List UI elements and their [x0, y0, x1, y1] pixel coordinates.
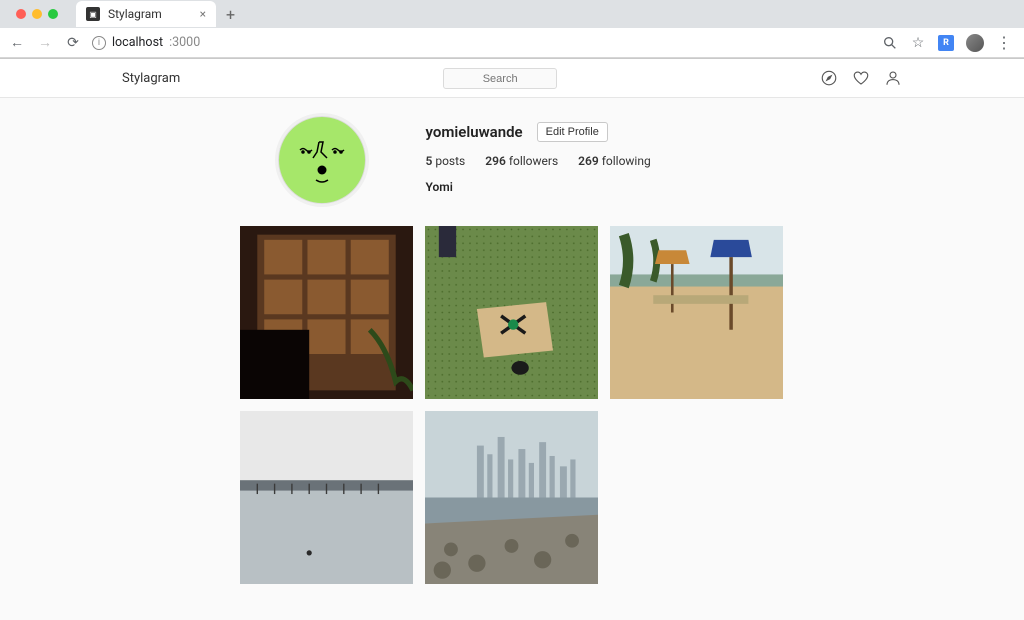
username: yomieluwande — [426, 123, 523, 141]
bookmark-icon[interactable]: ☆ — [910, 35, 926, 51]
posts-grid — [240, 226, 785, 584]
close-tab-icon[interactable]: × — [200, 7, 206, 21]
back-button[interactable]: ← — [8, 34, 26, 52]
profile-avatar[interactable] — [278, 116, 366, 204]
browser-menu-icon[interactable]: ⋮ — [996, 33, 1012, 52]
address-bar[interactable]: i localhost :3000 — [92, 35, 872, 50]
posts-count: 5 — [426, 154, 433, 168]
profile-bio: Yomi — [426, 180, 651, 194]
stats-row: 5 posts 296 followers 269 following — [426, 154, 651, 168]
post-5-skyline[interactable] — [425, 411, 598, 584]
favicon-icon — [86, 7, 100, 21]
following-label: following — [602, 154, 651, 168]
following-count: 269 — [578, 154, 599, 168]
profile-icon[interactable] — [884, 69, 902, 87]
site-info-icon[interactable]: i — [92, 36, 106, 50]
browser-profile-avatar[interactable] — [966, 34, 984, 52]
header-actions — [820, 69, 902, 87]
url-port: :3000 — [169, 35, 200, 50]
posts-stat[interactable]: 5 posts — [426, 154, 466, 168]
edit-profile-button[interactable]: Edit Profile — [537, 122, 608, 142]
forward-button[interactable]: → — [36, 34, 54, 52]
tab-strip: Stylagram × + — [0, 0, 1024, 28]
search-page-icon[interactable] — [882, 35, 898, 51]
post-4-lake[interactable] — [240, 411, 413, 584]
minimize-window-button[interactable] — [32, 9, 42, 19]
activity-heart-icon[interactable] — [852, 69, 870, 87]
following-stat[interactable]: 269 following — [578, 154, 651, 168]
followers-count: 296 — [485, 154, 506, 168]
followers-stat[interactable]: 296 followers — [485, 154, 558, 168]
followers-label: followers — [509, 154, 558, 168]
app-header: Stylagram — [0, 59, 1024, 98]
post-1-shelf[interactable] — [240, 226, 413, 399]
brand-logo[interactable]: Stylagram — [122, 71, 180, 86]
tab-title: Stylagram — [108, 7, 192, 21]
page-content: yomieluwande Edit Profile 5 posts 296 fo… — [0, 98, 1024, 620]
browser-tab[interactable]: Stylagram × — [76, 1, 216, 27]
toolbar: ← → ⟳ i localhost :3000 ☆ R ⋮ — [0, 28, 1024, 58]
discover-icon[interactable] — [820, 69, 838, 87]
maximize-window-button[interactable] — [48, 9, 58, 19]
close-window-button[interactable] — [16, 9, 26, 19]
url-host: localhost — [112, 35, 163, 50]
browser-chrome: Stylagram × + ← → ⟳ i localhost :3000 ☆ R… — [0, 0, 1024, 59]
profile-header: yomieluwande Edit Profile 5 posts 296 fo… — [240, 116, 785, 204]
post-2-drone[interactable] — [425, 226, 598, 399]
search-input[interactable] — [443, 68, 557, 89]
post-3-beach[interactable] — [610, 226, 783, 399]
extension-icon[interactable]: R — [938, 35, 954, 51]
browser-right-tools: ☆ R ⋮ — [882, 33, 1016, 52]
reload-button[interactable]: ⟳ — [64, 34, 82, 52]
window-controls — [8, 9, 66, 19]
new-tab-button[interactable]: + — [216, 5, 245, 24]
posts-label: posts — [435, 154, 465, 168]
